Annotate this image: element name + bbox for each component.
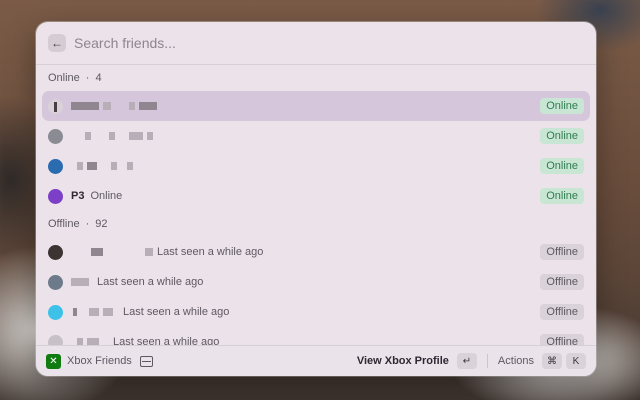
avatar	[48, 244, 63, 260]
redacted-name	[139, 102, 157, 110]
friend-row[interactable]: Online	[42, 121, 590, 151]
redacted-name	[129, 102, 135, 110]
friend-row[interactable]: Online	[42, 91, 590, 121]
raycast-window: ← Online · 4 Online Online Online P	[36, 22, 596, 376]
redacted-name	[111, 162, 117, 170]
friend-row[interactable]: P3 Online Online	[42, 181, 590, 211]
redacted-name	[129, 132, 143, 140]
search-bar: ←	[36, 22, 596, 65]
redacted-name	[85, 132, 91, 140]
avatar	[48, 158, 63, 174]
avatar	[48, 128, 63, 144]
friend-subtitle: Online	[90, 190, 123, 202]
extension-name: Xbox Friends	[67, 355, 132, 367]
friend-row[interactable]: Last seen a while ago Offline	[42, 237, 590, 267]
k-key-hint: K	[566, 353, 586, 369]
view-profile-action[interactable]: View Xbox Profile	[357, 355, 449, 367]
friend-row[interactable]: Last seen a while ago Offline	[42, 297, 590, 327]
section-header-online: Online · 4	[36, 65, 596, 91]
command-key-hint: ⌘	[542, 353, 562, 369]
friend-subtitle: Last seen a while ago	[157, 246, 264, 258]
redacted-name	[145, 248, 153, 256]
status-badge: Online	[540, 188, 584, 204]
redacted-name	[147, 132, 153, 140]
redacted-name	[87, 162, 97, 170]
enter-key-hint: ↵	[456, 353, 477, 369]
section-count: 92	[95, 218, 108, 230]
redacted-name	[89, 308, 99, 316]
status-badge: Offline	[540, 274, 584, 290]
section-count: 4	[95, 72, 102, 84]
section-title: Offline	[48, 218, 80, 230]
tray-icon[interactable]	[139, 355, 153, 367]
avatar	[48, 98, 63, 114]
status-badge: Online	[540, 158, 584, 174]
status-badge: Online	[540, 98, 584, 114]
section-title: Online	[48, 72, 80, 84]
redacted-name	[109, 132, 115, 140]
friend-row[interactable]: Last seen a while ago Offline	[42, 267, 590, 297]
person-icon	[54, 101, 57, 112]
redacted-name	[91, 248, 103, 256]
arrow-left-icon: ←	[51, 36, 63, 50]
friend-name: P3	[71, 190, 85, 202]
search-input[interactable]	[72, 34, 476, 52]
back-button[interactable]: ←	[48, 34, 66, 52]
redacted-name	[77, 162, 83, 170]
status-badge: Offline	[540, 304, 584, 320]
friend-subtitle: Last seen a while ago	[123, 306, 230, 318]
redacted-name	[103, 308, 113, 316]
status-badge: Online	[540, 128, 584, 144]
redacted-name	[73, 308, 77, 316]
redacted-name	[127, 162, 133, 170]
separator-dot: ·	[85, 72, 90, 84]
redacted-name	[71, 278, 89, 286]
xbox-icon: ✕	[46, 353, 61, 369]
friend-subtitle: Last seen a while ago	[97, 276, 204, 288]
status-badge: Offline	[540, 244, 584, 260]
avatar	[48, 274, 63, 290]
actions-button[interactable]: Actions	[498, 355, 534, 367]
divider	[486, 354, 488, 368]
avatar	[48, 304, 63, 320]
redacted-name	[71, 102, 99, 110]
redacted-name	[103, 102, 111, 110]
separator-dot: ·	[85, 218, 90, 230]
section-header-offline: Offline · 92	[36, 211, 596, 237]
avatar	[48, 188, 63, 204]
friend-row[interactable]: Online	[42, 151, 590, 181]
action-bar: ✕ Xbox Friends View Xbox Profile ↵ Actio…	[36, 345, 596, 376]
